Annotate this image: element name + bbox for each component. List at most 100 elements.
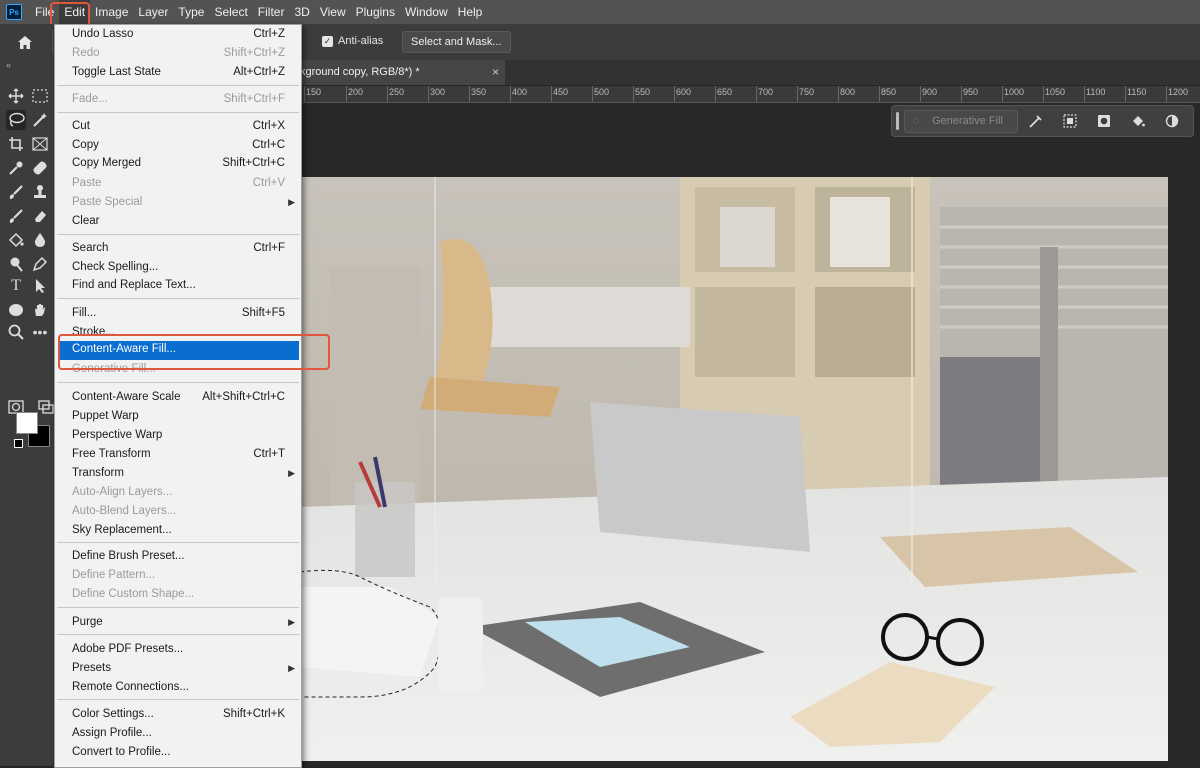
pen-tool-icon[interactable] [30,254,50,274]
document-canvas-image[interactable] [300,177,1168,761]
menu-item-generative-fill[interactable]: Generative Fill... [55,361,301,380]
close-tab-icon[interactable]: × [492,60,499,85]
ruler-label: 500 [594,87,610,97]
menu-item-paste[interactable]: Paste Ctrl+V [55,175,301,194]
screen-mode-icon[interactable] [36,397,56,417]
menu-item-transform[interactable]: Transform ▶ [55,465,301,484]
contextual-task-bar: ◌ Generative Fill [891,105,1194,137]
ruler-label: 750 [799,87,815,97]
menu-separator [57,634,299,635]
home-button[interactable] [12,32,38,52]
menu-item-convert-to-profile[interactable]: Convert to Profile... [55,744,301,763]
ruler-label: 250 [389,87,405,97]
path-selection-icon[interactable] [30,276,50,296]
invert-selection-icon[interactable] [1061,112,1079,130]
foreground-color-swatch[interactable] [16,412,38,434]
menu-item-auto-blend-layers[interactable]: Auto-Blend Layers... [55,503,301,522]
menu-view[interactable]: View [315,0,351,24]
menu-plugins[interactable]: Plugins [351,0,400,24]
history-brush-icon[interactable] [6,206,26,226]
magic-wand-icon[interactable] [30,110,50,130]
menu-separator [57,85,299,86]
move-tool-icon[interactable] [6,86,26,106]
hand-tool-icon[interactable] [30,300,50,320]
menu-item-cut[interactable]: Cut Ctrl+X [55,118,301,137]
frame-tool-icon[interactable] [30,134,50,154]
lasso-tool-icon[interactable] [6,110,26,130]
paint-bucket-icon[interactable] [6,230,26,250]
collapse-icon[interactable]: « [6,60,11,70]
menu-file[interactable]: File [30,0,59,24]
select-and-mask-button[interactable]: Select and Mask... [402,31,511,53]
menu-item-search[interactable]: Search Ctrl+F [55,240,301,259]
ruler-label: 450 [553,87,569,97]
menu-item-free-transform[interactable]: Free Transform Ctrl+T [55,446,301,465]
menu-window[interactable]: Window [400,0,453,24]
eyedropper-tool-icon[interactable] [6,158,26,178]
menu-item-perspective-warp[interactable]: Perspective Warp [55,427,301,446]
menu-item-define-pattern[interactable]: Define Pattern... [55,567,301,586]
menu-item-define-brush-preset[interactable]: Define Brush Preset... [55,548,301,567]
dodge-tool-icon[interactable] [6,254,26,274]
default-colors-icon[interactable] [14,439,23,448]
menu-item-remote-connections[interactable]: Remote Connections... [55,679,301,698]
document-tab[interactable]: kground copy, RGB/8*) * × [300,60,505,85]
menu-item-purge[interactable]: Purge ▶ [55,614,301,633]
menu-item-find-replace[interactable]: Find and Replace Text... [55,277,301,296]
clone-stamp-icon[interactable] [30,182,50,202]
menu-item-color-settings[interactable]: Color Settings... Shift+Ctrl+K [55,706,301,725]
menu-item-undo-lasso[interactable]: Undo Lasso Ctrl+Z [55,26,301,45]
ruler-label: 1150 [1127,87,1147,97]
ellipse-tool-icon[interactable] [6,300,26,320]
crop-tool-icon[interactable] [6,134,26,154]
type-tool-icon[interactable]: T [6,276,26,296]
menu-item-copy-merged[interactable]: Copy Merged Shift+Ctrl+C [55,155,301,174]
menu-item-presets[interactable]: Presets ▶ [55,660,301,679]
healing-brush-icon[interactable] [30,158,50,178]
menu-item-auto-align-layers[interactable]: Auto-Align Layers... [55,484,301,503]
menu-item-fill[interactable]: Fill... Shift+F5 [55,305,301,324]
marquee-tool-icon[interactable] [30,86,50,106]
menu-layer[interactable]: Layer [133,0,173,24]
menu-item-adobe-pdf-presets[interactable]: Adobe PDF Presets... [55,641,301,660]
menu-item-content-aware-scale[interactable]: Content-Aware Scale Alt+Shift+Ctrl+C [55,389,301,408]
more-tools-icon[interactable]: ••• [30,322,50,342]
menu-item-clear[interactable]: Clear [55,213,301,232]
menu-item-paste-special[interactable]: Paste Special ▶ [55,194,301,213]
ruler-label: 600 [676,87,692,97]
photoshop-logo-icon: Ps [6,4,22,20]
ruler-label: 150 [306,87,322,97]
create-mask-icon[interactable] [1095,112,1113,130]
menu-item-check-spelling[interactable]: Check Spelling... [55,259,301,278]
menu-select[interactable]: Select [209,0,252,24]
document-title: kground copy, RGB/8*) * [300,66,420,78]
menu-filter[interactable]: Filter [253,0,290,24]
menu-item-define-custom-shape[interactable]: Define Custom Shape... [55,586,301,605]
menu-3d[interactable]: 3D [289,0,314,24]
menu-item-sky-replacement[interactable]: Sky Replacement... [55,522,301,541]
menu-item-puppet-warp[interactable]: Puppet Warp [55,408,301,427]
ruler-label: 800 [840,87,856,97]
menu-item-fade[interactable]: Fade... Shift+Ctrl+F [55,91,301,110]
eraser-tool-icon[interactable] [30,206,50,226]
anti-alias-checkbox[interactable]: ✓ [322,36,333,47]
menu-item-content-aware-fill[interactable]: Content-Aware Fill... [59,341,299,360]
menu-help[interactable]: Help [453,0,488,24]
brush-tool-icon[interactable] [6,182,26,202]
office-desk-photo [300,177,1168,761]
menu-edit[interactable]: Edit [59,0,91,24]
ruler-label: 1050 [1045,87,1066,97]
menu-image[interactable]: Image [90,0,133,24]
blur-tool-icon[interactable] [30,230,50,250]
fill-selection-icon[interactable] [1129,112,1147,130]
more-options-icon[interactable] [1163,112,1181,130]
menu-item-toggle-last-state[interactable]: Toggle Last State Alt+Ctrl+Z [55,64,301,83]
generative-fill-button[interactable]: ◌ Generative Fill [904,110,1018,133]
zoom-tool-icon[interactable] [6,322,26,342]
drag-handle[interactable] [896,112,899,130]
menu-item-copy[interactable]: Copy Ctrl+C [55,137,301,156]
modify-selection-icon[interactable] [1027,112,1045,130]
menu-type[interactable]: Type [173,0,209,24]
menu-item-assign-profile[interactable]: Assign Profile... [55,725,301,744]
menu-item-redo[interactable]: Redo Shift+Ctrl+Z [55,45,301,64]
